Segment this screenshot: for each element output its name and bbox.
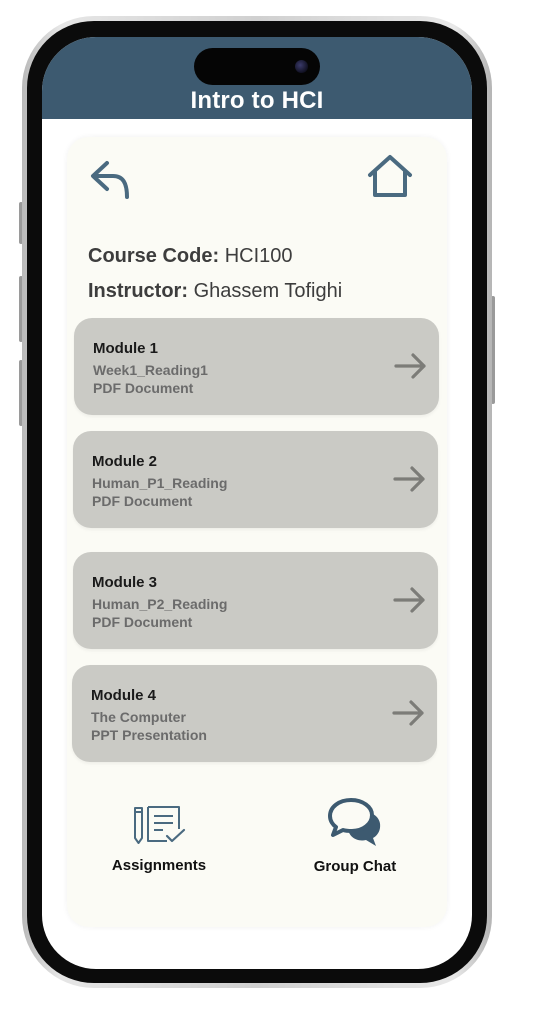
arrow-right-icon xyxy=(392,700,424,726)
chat-bubbles-icon xyxy=(328,798,381,846)
course-card: Course Code: HCI100 Instructor: Ghassem … xyxy=(67,137,447,927)
module-item-3[interactable]: Module 3 Human_P2_Reading PDF Document xyxy=(73,552,438,649)
module-type: PDF Document xyxy=(92,614,193,630)
instructor-label: Instructor: xyxy=(88,280,188,302)
module-type: PDF Document xyxy=(92,493,193,509)
module-file: The Computer xyxy=(91,709,186,725)
module-title: Module 1 xyxy=(93,340,159,357)
group-chat-button[interactable]: Group Chat xyxy=(305,797,405,875)
phone-screen: Intro to HCI Course Code: HCI100 Instruc… xyxy=(42,37,472,969)
module-type: PDF Document xyxy=(93,380,194,396)
arrow-right-icon xyxy=(393,466,425,492)
home-icon xyxy=(368,155,412,197)
module-item-4[interactable]: Module 4 The Computer PPT Presentation xyxy=(72,665,437,762)
page-title: Intro to HCI xyxy=(190,87,324,114)
module-type: PPT Presentation xyxy=(91,727,207,743)
dynamic-island xyxy=(194,48,320,85)
camera-icon xyxy=(295,60,308,73)
course-code-label: Course Code: xyxy=(88,245,220,267)
module-item-1[interactable]: Module 1 Week1_Reading1 PDF Document xyxy=(74,318,439,415)
group-chat-label: Group Chat xyxy=(313,858,397,875)
module-file: Human_P2_Reading xyxy=(92,596,228,612)
assignments-button[interactable]: Assignments xyxy=(107,802,211,874)
module-title: Module 4 xyxy=(91,687,157,704)
module-item-2[interactable]: Module 2 Human_P1_Reading PDF Document xyxy=(73,431,438,528)
assignments-label: Assignments xyxy=(111,857,207,874)
instructor: Instructor: Ghassem Tofighi xyxy=(88,280,342,303)
module-title: Module 2 xyxy=(92,453,158,470)
arrow-right-icon xyxy=(393,587,425,613)
home-button[interactable] xyxy=(365,153,415,201)
instructor-value: Ghassem Tofighi xyxy=(193,280,343,302)
arrow-right-icon xyxy=(394,353,426,379)
module-file: Human_P1_Reading xyxy=(92,475,228,491)
module-title: Module 3 xyxy=(92,574,158,591)
course-code-value: HCI100 xyxy=(224,245,293,267)
back-arrow-icon xyxy=(91,161,129,199)
back-button[interactable] xyxy=(87,155,137,203)
module-file: Week1_Reading1 xyxy=(93,362,208,378)
course-code: Course Code: HCI100 xyxy=(88,245,293,268)
assignments-icon xyxy=(134,806,186,844)
